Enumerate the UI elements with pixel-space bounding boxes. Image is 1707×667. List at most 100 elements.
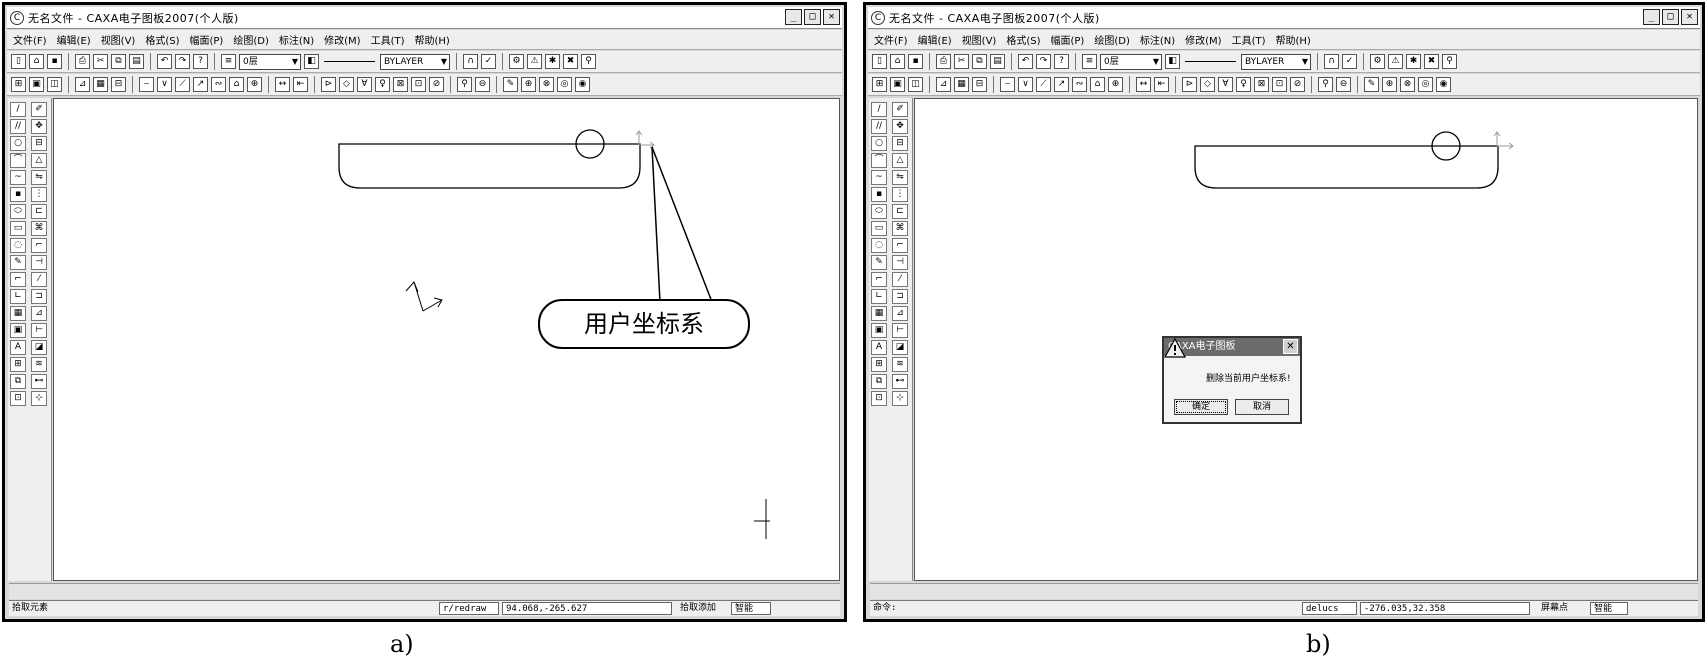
- edit-tool-icon[interactable]: ✖: [563, 54, 578, 69]
- curve-icon[interactable]: ⌂: [229, 77, 244, 92]
- array-icon[interactable]: ⋮: [31, 187, 47, 202]
- break-icon[interactable]: ⁄: [31, 272, 47, 287]
- rotate-icon[interactable]: ⇋: [892, 170, 908, 185]
- cut-icon[interactable]: ✂: [93, 54, 108, 69]
- new-icon[interactable]: ▯: [11, 54, 26, 69]
- equidistant-icon[interactable]: ∟: [10, 289, 26, 304]
- measure-icon[interactable]: ⊿: [75, 77, 90, 92]
- curve-icon[interactable]: ⌂: [1090, 77, 1105, 92]
- drawing-canvas[interactable]: CAXA电子图板 ✕ 删除当前用户坐标系! 确定 取消: [914, 98, 1698, 581]
- dimension-icon[interactable]: ⇤: [293, 77, 308, 92]
- copy-icon[interactable]: ⧉: [972, 54, 987, 69]
- undo-icon[interactable]: ↶: [1018, 54, 1033, 69]
- snap-icon[interactable]: ⊘: [1290, 77, 1305, 92]
- pencil-icon[interactable]: ✎: [1364, 77, 1379, 92]
- paste-icon[interactable]: ▤: [990, 54, 1005, 69]
- snap-mode-select[interactable]: 智能: [1590, 602, 1628, 615]
- parallel-line-icon[interactable]: //: [10, 119, 26, 134]
- zoom-all-icon[interactable]: ⊖: [475, 77, 490, 92]
- curve-icon[interactable]: ∨: [157, 77, 172, 92]
- properties-icon[interactable]: ✓: [481, 54, 496, 69]
- dialog-close-button[interactable]: ✕: [1283, 339, 1298, 354]
- curve-icon[interactable]: ∾: [211, 77, 226, 92]
- menu-format[interactable]: 格式(S): [145, 32, 179, 47]
- close-button[interactable]: ✕: [823, 9, 840, 25]
- snap-icon[interactable]: ⊳: [1182, 77, 1197, 92]
- spline-icon[interactable]: ~: [10, 170, 26, 185]
- snap-icon[interactable]: ⊡: [1272, 77, 1287, 92]
- pan-icon[interactable]: ▣: [29, 77, 44, 92]
- parallel-line-icon[interactable]: //: [871, 119, 887, 134]
- cancel-button[interactable]: 取消: [1235, 399, 1289, 415]
- cut-icon[interactable]: ✂: [954, 54, 969, 69]
- pan-icon[interactable]: ▣: [890, 77, 905, 92]
- ellipse-icon[interactable]: ⬭: [10, 204, 26, 219]
- curve-icon[interactable]: ⟋: [1036, 77, 1051, 92]
- scale-icon[interactable]: ⊏: [31, 204, 47, 219]
- width-icon[interactable]: ∩: [1324, 54, 1339, 69]
- layer-select[interactable]: 0层 ▼: [1100, 53, 1162, 70]
- extend-icon[interactable]: ⊣: [892, 255, 908, 270]
- close-button[interactable]: ✕: [1681, 9, 1698, 25]
- menu-dimension[interactable]: 标注(N): [279, 32, 314, 47]
- weld-icon[interactable]: ⊷: [31, 374, 47, 389]
- equidistant-icon[interactable]: ∟: [871, 289, 887, 304]
- menu-draw[interactable]: 绘图(D): [1094, 32, 1130, 47]
- ellipse-icon[interactable]: ⬭: [871, 204, 887, 219]
- curve-icon[interactable]: ⟋: [175, 77, 190, 92]
- redo-icon[interactable]: ↷: [1036, 54, 1051, 69]
- block-insert-icon[interactable]: ⊞: [10, 357, 26, 372]
- save-icon[interactable]: ▪: [47, 54, 62, 69]
- zoom-dynamic-icon[interactable]: ◉: [575, 77, 590, 92]
- properties-icon[interactable]: ✓: [1342, 54, 1357, 69]
- menu-format[interactable]: 格式(S): [1006, 32, 1040, 47]
- chamfer-icon[interactable]: ⊿: [31, 306, 47, 321]
- copy-icon[interactable]: ⧉: [111, 54, 126, 69]
- fill-icon[interactable]: ▣: [10, 323, 26, 338]
- dimension-icon[interactable]: ⇤: [1154, 77, 1169, 92]
- edit-tool-icon[interactable]: ⚙: [509, 54, 524, 69]
- fill-icon[interactable]: ▣: [871, 323, 887, 338]
- menu-tools[interactable]: 工具(T): [1232, 32, 1266, 47]
- pencil-icon[interactable]: ✎: [503, 77, 518, 92]
- polygon-icon[interactable]: ◌: [871, 238, 887, 253]
- snap-icon[interactable]: ⊘: [429, 77, 444, 92]
- tolerance-icon[interactable]: ⊹: [892, 391, 908, 406]
- spline-icon[interactable]: ~: [871, 170, 887, 185]
- table-icon[interactable]: ▦: [954, 77, 969, 92]
- polygon-icon[interactable]: ◌: [10, 238, 26, 253]
- zoom-previous-icon[interactable]: ◎: [1418, 77, 1433, 92]
- copy-select-icon[interactable]: ⊟: [892, 136, 908, 151]
- mirror-icon[interactable]: △: [31, 153, 47, 168]
- edit-tool-icon[interactable]: ⚲: [581, 54, 596, 69]
- maximize-button[interactable]: □: [804, 9, 821, 25]
- zoom-in-icon[interactable]: ⊕: [521, 77, 536, 92]
- new-icon[interactable]: ▯: [872, 54, 887, 69]
- weld-icon[interactable]: ⊷: [892, 374, 908, 389]
- hatch-icon[interactable]: ▦: [10, 306, 26, 321]
- menu-file[interactable]: 文件(F): [874, 32, 908, 47]
- hatch-icon[interactable]: ▦: [871, 306, 887, 321]
- maximize-button[interactable]: □: [1662, 9, 1679, 25]
- move-icon[interactable]: ✥: [31, 119, 47, 134]
- snap-icon[interactable]: ⊠: [393, 77, 408, 92]
- color-icon[interactable]: ◧: [304, 54, 319, 69]
- snap-icon[interactable]: ∀: [357, 77, 372, 92]
- mirror-icon[interactable]: △: [892, 153, 908, 168]
- menu-modify[interactable]: 修改(M): [324, 32, 360, 47]
- edit-tool-icon[interactable]: ✖: [1424, 54, 1439, 69]
- array-icon[interactable]: ⋮: [892, 187, 908, 202]
- menu-draw[interactable]: 绘图(D): [233, 32, 269, 47]
- menu-sheet[interactable]: 幅面(P): [190, 32, 224, 47]
- menu-view[interactable]: 视图(V): [101, 32, 136, 47]
- horizontal-scrollbar[interactable]: [9, 583, 840, 599]
- rectangle-icon[interactable]: ▭: [871, 221, 887, 236]
- curve-icon[interactable]: ∾: [1072, 77, 1087, 92]
- help-icon[interactable]: ?: [193, 54, 208, 69]
- point-icon[interactable]: ▪: [10, 187, 26, 202]
- horizontal-scrollbar[interactable]: [870, 583, 1698, 599]
- ok-button[interactable]: 确定: [1174, 399, 1228, 415]
- layer-icon[interactable]: ≡: [1082, 54, 1097, 69]
- measure-icon[interactable]: ⊿: [936, 77, 951, 92]
- text-icon[interactable]: A: [871, 340, 887, 355]
